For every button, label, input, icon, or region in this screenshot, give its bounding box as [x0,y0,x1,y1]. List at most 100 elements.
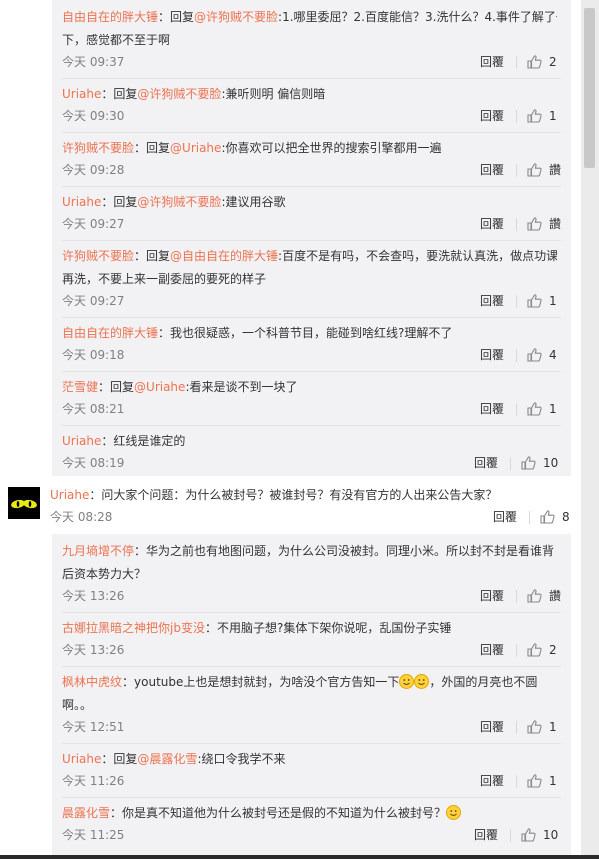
reply-button[interactable]: 回覆 [480,586,504,606]
reply-button[interactable]: 回覆 [474,825,498,845]
comment-text: 啊。。 [62,698,93,712]
like-count: 讚 [549,163,562,177]
comment-line: 下，感觉都不至于啊 [62,29,557,52]
username-link[interactable]: 许狗贼不要脸 [62,141,134,155]
emoji-icon [414,674,430,689]
username-link[interactable]: 枫林中虎纹 [62,675,122,689]
comment-text: :1.哪里委屈？2.百度能信？3.洗什么？4.事件了解了一 [278,10,557,24]
username-link[interactable]: 自由自在的胖大锤 [62,10,158,24]
reply-item: Uriahe：回复@许狗贼不要脸:兼听则明 偏信则暗今天 09:30 回覆 1 [52,83,571,128]
separator [62,186,561,187]
separator [62,132,561,133]
reply-item: 古娜拉黑暗之神把你jb变没：不用脑子想?集体下架你说呢，乱国份子实锤 今天 13:… [52,617,571,662]
thumbs-up-icon[interactable] [527,109,542,123]
thumbs-up-icon[interactable] [527,217,542,231]
reply-button[interactable]: 回覆 [480,160,504,180]
comment-text: ：红线是谁定的 [101,434,186,448]
username-link[interactable]: Uriahe [50,488,89,502]
username-link[interactable]: 晨露化雪 [62,806,110,820]
reply-button[interactable]: 回覆 [480,214,504,234]
thumbs-up-icon[interactable] [527,589,542,603]
comment-line: Uriahe：红线是谁定的 [62,430,557,453]
thumbs-up-icon[interactable] [527,774,542,788]
comment-text: :你喜欢可以把全世界的搜索引擎都用一遍 [221,141,442,155]
comment-text: ：回复 [158,10,195,24]
reply-list-top: 自由自在的胖大锤：回复@许狗贼不要脸:1.哪里委屈？2.百度能信？3.洗什么？4… [52,0,571,476]
reply-item: Uriahe：红线是谁定的 今天 08:19 回覆 10 [52,430,571,475]
username-link[interactable]: Uriahe [62,434,101,448]
reply-button[interactable]: 回覆 [474,453,498,473]
like-count: 2 [549,55,557,69]
thumbs-up-icon[interactable] [527,163,542,177]
comment-line: 古娜拉黑暗之神把你jb变没：不用脑子想?集体下架你说呢，乱国份子实锤 [62,617,557,640]
comment-text: :建议用谷歌 [221,195,286,209]
thumbs-up-icon[interactable] [521,456,536,470]
separator [62,612,561,613]
reply-button[interactable]: 回覆 [493,507,517,527]
username-link[interactable]: @许狗贼不要脸 [194,10,278,24]
separator [62,425,561,426]
divider [516,403,517,416]
comment-text: ：回复 [101,87,138,101]
username-link[interactable]: 自由自在的胖大锤 [62,326,158,340]
username-link[interactable]: 古娜拉黑暗之神把你jb变没 [62,621,205,635]
timestamp: 今天 09:18 [62,348,125,362]
username-link[interactable]: @Uriahe [134,380,185,394]
username-link[interactable]: Uriahe [62,752,101,766]
thumbs-up-icon[interactable] [527,348,542,362]
divider [516,349,517,362]
timestamp: 今天 09:28 [62,163,125,177]
divider [516,590,517,603]
username-link[interactable]: 许狗贼不要脸 [62,249,134,263]
thumbs-up-icon[interactable] [527,55,542,69]
comments-panel: 自由自在的胖大锤：回复@许狗贼不要脸:1.哪里委屈？2.百度能信？3.洗什么？4… [0,0,581,855]
thumbs-up-icon[interactable] [527,720,542,734]
reply-item: 晨露化雪：你是真不知道他为什么被封号还是假的不知道为什么被封号？ 今天 11:25… [52,802,571,847]
separator [62,666,561,667]
comment-text: 再洗，不要上来一副委屈的要死的样子 [62,272,267,286]
thumbs-up-icon[interactable] [527,402,542,416]
username-link[interactable]: @Uriahe [170,141,221,155]
reply-button[interactable]: 回覆 [480,399,504,419]
timestamp: 今天 12:51 [62,720,125,734]
reply-button[interactable]: 回覆 [480,717,504,737]
comment-line: 自由自在的胖大锤：我也很疑惑，一个科普节目，能碰到啥红线?理解不了 [62,322,557,345]
comment-line: 后资本势力大？ [62,563,557,586]
emoji-icon [446,805,462,820]
reply-button[interactable]: 回覆 [480,345,504,365]
username-link[interactable]: Uriahe [62,87,101,101]
like-count: 1 [549,109,557,123]
reply-button[interactable]: 回覆 [480,640,504,660]
comment-line: 许狗贼不要脸：回复@自由自在的胖大锤:百度不是有吗，不会查吗，要洗就认真洗，做点… [62,245,557,268]
comment-text: :兼听则明 偏信则暗 [221,87,326,101]
comment-text: ：youtube上也是想封就封，为啥没个官方告知一下 [122,675,400,689]
timestamp: 今天 09:27 [62,294,125,308]
reply-button[interactable]: 回覆 [480,291,504,311]
username-link[interactable]: @许狗贼不要脸 [137,195,221,209]
divider [516,775,517,788]
comment-line: Uriahe：问大家个问题：为什么被封号？被谁封号？有没有官方的人出来公告大家？ [50,484,545,507]
username-link[interactable]: Uriahe [62,195,101,209]
reply-button[interactable]: 回覆 [480,52,504,72]
reply-button[interactable]: 回覆 [480,106,504,126]
reply-item: 茫雪健：回复@Uriahe:看来是谈不到一块了 今天 08:21 回覆 1 [52,376,571,421]
username-link[interactable]: 茫雪健 [62,380,98,394]
thumbs-up-icon[interactable] [540,510,555,524]
comment-line: 茫雪健：回复@Uriahe:看来是谈不到一块了 [62,376,557,399]
username-link[interactable]: @自由自在的胖大锤 [170,249,278,263]
thumbs-up-icon[interactable] [521,828,536,842]
username-link[interactable]: 九月墒增不停 [62,544,134,558]
comment-text: ：不用脑子想?集体下架你说呢，乱国份子实锤 [204,621,452,635]
reply-button[interactable]: 回覆 [480,771,504,791]
reply-item: Uriahe：回复@许狗贼不要脸:建议用谷歌 今天 09:27 回覆 讚 [52,191,571,236]
cat-eyes-avatar[interactable] [8,487,40,519]
like-count: 1 [549,774,557,788]
comment-line: 晨露化雪：你是真不知道他为什么被封号还是假的不知道为什么被封号？ [62,802,557,825]
thumbs-up-icon[interactable] [527,294,542,308]
scrollbar-thumb[interactable] [584,8,595,168]
username-link[interactable]: @晨露化雪 [137,752,197,766]
thumbs-up-icon[interactable] [527,643,542,657]
timestamp: 今天 09:30 [62,109,125,123]
username-link[interactable]: @许狗贼不要脸 [137,87,221,101]
reply-item: 自由自在的胖大锤：回复@许狗贼不要脸:1.哪里委屈？2.百度能信？3.洗什么？4… [52,6,571,74]
